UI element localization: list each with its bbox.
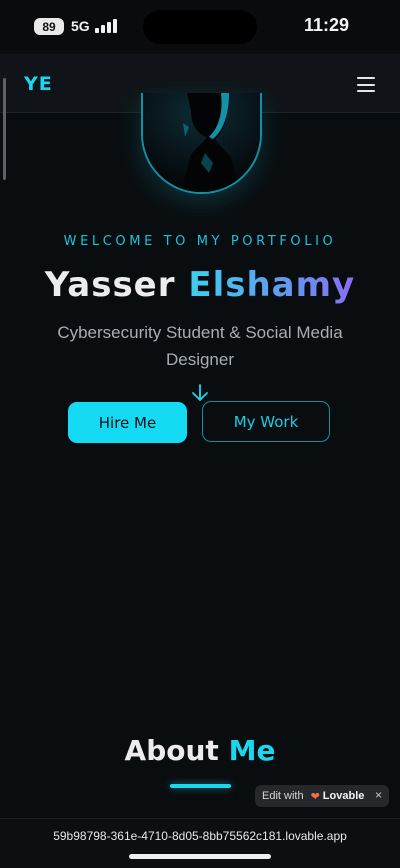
browser-address-bar[interactable] [0, 818, 400, 868]
clock: 11:29 [304, 15, 350, 35]
site-logo[interactable]: YE [24, 73, 53, 95]
welcome-heading: WELCOME TO MY PORTFOLIO [63, 234, 337, 249]
battery-indicator: 89 [34, 18, 64, 35]
last-name: Elshamy [188, 265, 356, 305]
close-badge-icon[interactable]: × [375, 788, 382, 802]
badge-brand: Lovable [322, 790, 365, 802]
lovable-heart-icon: ❤ [310, 790, 320, 803]
hamburger-menu-icon[interactable] [357, 77, 375, 92]
first-name: Yasser [44, 265, 176, 305]
signal-icon [95, 19, 117, 33]
about-heading: About Me [0, 734, 400, 767]
hire-me-button[interactable]: Hire Me [68, 402, 187, 443]
hero-tagline: Cybersecurity Student & Social Media Des… [57, 323, 343, 369]
arrow-down-icon [192, 384, 208, 401]
scrollbar-thumb[interactable] [3, 78, 6, 180]
about-heading-part2: Me [228, 734, 276, 767]
page-url[interactable]: 59b98798-361e-4710-8d05-8bb75562c181.lov… [0, 829, 400, 843]
edit-with-lovable-badge[interactable]: Edit with ❤ Lovable × [255, 785, 389, 807]
profile-avatar [141, 93, 262, 194]
home-indicator[interactable] [129, 854, 271, 859]
about-heading-part1: About [124, 734, 219, 767]
badge-prefix: Edit with [262, 790, 304, 802]
dynamic-island [143, 10, 257, 44]
hero-name: Yasser Elshamy [0, 265, 400, 305]
my-work-button[interactable]: My Work [202, 401, 330, 442]
network-label: 5G [71, 18, 90, 34]
about-underline [170, 784, 231, 788]
hacker-silhouette-icon [143, 93, 260, 192]
